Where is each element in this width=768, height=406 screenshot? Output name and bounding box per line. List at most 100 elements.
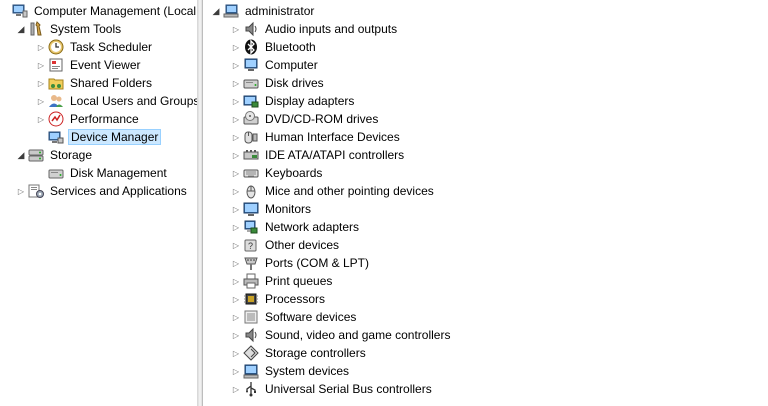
- bluetooth-icon: [243, 39, 259, 55]
- device-category-label: Processors: [265, 292, 326, 306]
- expand-arrow-icon[interactable]: ▷: [34, 92, 48, 110]
- expand-arrow-icon[interactable]: ▷: [229, 218, 243, 236]
- tree-label: Event Viewer: [70, 58, 141, 72]
- device-category-row[interactable]: ▷ IDE ATA/ATAPI controllers: [229, 146, 406, 164]
- collapse-arrow-icon[interactable]: ◢: [14, 20, 28, 38]
- tree-node-system-tools[interactable]: ◢ System Tools: [14, 20, 123, 38]
- device-category-label: Sound, video and game controllers: [265, 328, 451, 342]
- disk-drive-icon: [243, 75, 259, 91]
- device-category-row[interactable]: ▷ Audio inputs and outputs: [229, 20, 399, 38]
- device-category-label: Print queues: [265, 274, 333, 288]
- expand-arrow-icon[interactable]: ▷: [229, 344, 243, 362]
- device-category-row[interactable]: ▷ Computer: [229, 56, 320, 74]
- device-category-row[interactable]: ▷ Monitors: [229, 200, 313, 218]
- device-category-row[interactable]: ▷ Ports (COM & LPT): [229, 254, 371, 272]
- expand-arrow-icon[interactable]: ▷: [229, 326, 243, 344]
- device-category-label: Mice and other pointing devices: [265, 184, 434, 198]
- expand-arrow-icon[interactable]: ▷: [229, 236, 243, 254]
- expand-arrow-icon[interactable]: ▷: [34, 110, 48, 128]
- device-category-row[interactable]: ▷ Software devices: [229, 308, 358, 326]
- device-category-label: Human Interface Devices: [265, 130, 400, 144]
- tree-node-task-scheduler[interactable]: ▷ Task Scheduler: [34, 38, 154, 56]
- device-category-row[interactable]: ▷ Print queues: [229, 272, 334, 290]
- shared-folder-icon: [48, 75, 64, 91]
- collapse-arrow-icon[interactable]: ◢: [14, 146, 28, 164]
- performance-icon: [48, 111, 64, 127]
- expand-arrow-icon[interactable]: ▷: [229, 164, 243, 182]
- tree-node-services-applications[interactable]: ▷ Services and Applications: [14, 182, 189, 200]
- device-category-row[interactable]: ▷ Disk drives: [229, 74, 326, 92]
- expand-arrow-icon[interactable]: ▷: [229, 74, 243, 92]
- tools-icon: [28, 21, 44, 37]
- device-category-row[interactable]: ▷ DVD/CD-ROM drives: [229, 110, 380, 128]
- users-icon: [48, 93, 64, 109]
- device-category-label: Network adapters: [265, 220, 360, 234]
- expand-arrow-icon[interactable]: ▷: [229, 20, 243, 38]
- expand-arrow-icon[interactable]: ▷: [229, 380, 243, 398]
- expand-arrow-icon[interactable]: ▷: [229, 110, 243, 128]
- expand-arrow-icon[interactable]: ▷: [229, 146, 243, 164]
- tree-label: Computer Management (Local: [34, 4, 197, 18]
- expand-arrow-icon[interactable]: ▷: [229, 182, 243, 200]
- expand-arrow-icon[interactable]: ▷: [229, 308, 243, 326]
- expand-arrow-icon[interactable]: ▷: [34, 56, 48, 74]
- device-category-row[interactable]: ▷ Bluetooth: [229, 38, 318, 56]
- expand-arrow-icon[interactable]: ▷: [229, 200, 243, 218]
- device-category-row[interactable]: ▷? Other devices: [229, 236, 341, 254]
- expand-arrow-icon[interactable]: ▷: [229, 56, 243, 74]
- console-tree: Computer Management (Local ◢ System Tool…: [0, 0, 198, 406]
- device-category-row[interactable]: ▷ Network adapters: [229, 218, 361, 236]
- tree-node-storage[interactable]: ◢ Storage: [14, 146, 94, 164]
- speaker-icon: [243, 21, 259, 37]
- device-category-row[interactable]: ▷ Mice and other pointing devices: [229, 182, 436, 200]
- expand-arrow-icon[interactable]: ▷: [229, 92, 243, 110]
- device-category-row[interactable]: ▷ Universal Serial Bus controllers: [229, 380, 434, 398]
- device-category-label: Monitors: [265, 202, 312, 216]
- device-category-label: Computer: [265, 58, 318, 72]
- tree-node-computer-management[interactable]: Computer Management (Local: [0, 2, 197, 20]
- device-category-row[interactable]: ▷ Display adapters: [229, 92, 356, 110]
- computer-icon: [223, 3, 239, 19]
- device-category-row[interactable]: ▷ Keyboards: [229, 164, 324, 182]
- computer-management-window: Computer Management (Local ◢ System Tool…: [0, 0, 768, 406]
- processor-icon: [243, 291, 259, 307]
- expand-arrow-icon[interactable]: ▷: [34, 74, 48, 92]
- expand-arrow-icon[interactable]: ▷: [229, 290, 243, 308]
- tree-node-device-manager[interactable]: Device Manager: [34, 128, 162, 146]
- device-category-label: Disk drives: [265, 76, 324, 90]
- expand-arrow-icon[interactable]: ▷: [229, 272, 243, 290]
- tree-node-local-users[interactable]: ▷ Local Users and Groups: [34, 92, 198, 110]
- device-category-row[interactable]: ▷ System devices: [229, 362, 351, 380]
- expand-arrow-icon[interactable]: ▷: [229, 254, 243, 272]
- svg-text:?: ?: [248, 241, 253, 251]
- tree-node-administrator[interactable]: ◢ administrator: [209, 2, 316, 20]
- device-category-row[interactable]: ▷ Processors: [229, 290, 327, 308]
- device-manager-icon: [48, 129, 64, 145]
- tree-node-performance[interactable]: ▷ Performance: [34, 110, 141, 128]
- device-category-row[interactable]: ▷ Storage controllers: [229, 344, 368, 362]
- clock-icon: [48, 39, 64, 55]
- tree-node-shared-folders[interactable]: ▷ Shared Folders: [34, 74, 154, 92]
- tree-label: Services and Applications: [50, 184, 187, 198]
- device-category-row[interactable]: ▷ Sound, video and game controllers: [229, 326, 452, 344]
- tree-label: Device Manager: [68, 129, 162, 145]
- tree-label: Shared Folders: [70, 76, 153, 90]
- expand-arrow-icon[interactable]: ▷: [14, 182, 28, 200]
- services-icon: [28, 183, 44, 199]
- collapse-arrow-icon[interactable]: ◢: [209, 2, 223, 20]
- device-tree: ◢ administrator ▷ Audio inputs and output…: [202, 0, 768, 406]
- tree-node-event-viewer[interactable]: ▷ Event Viewer: [34, 56, 142, 74]
- device-category-label: Display adapters: [265, 94, 355, 108]
- computer-management-icon: [12, 3, 28, 19]
- tree-label: Local Users and Groups: [70, 94, 198, 108]
- software-device-icon: [243, 309, 259, 325]
- computer-icon: [243, 57, 259, 73]
- expand-arrow-icon[interactable]: ▷: [229, 362, 243, 380]
- device-category-label: Other devices: [265, 238, 340, 252]
- expand-arrow-icon[interactable]: ▷: [34, 38, 48, 56]
- expand-arrow-icon[interactable]: ▷: [229, 38, 243, 56]
- device-category-row[interactable]: ▷ Human Interface Devices: [229, 128, 402, 146]
- tree-node-disk-management[interactable]: Disk Management: [34, 164, 169, 182]
- expand-arrow-icon[interactable]: ▷: [229, 128, 243, 146]
- device-category-label: Bluetooth: [265, 40, 316, 54]
